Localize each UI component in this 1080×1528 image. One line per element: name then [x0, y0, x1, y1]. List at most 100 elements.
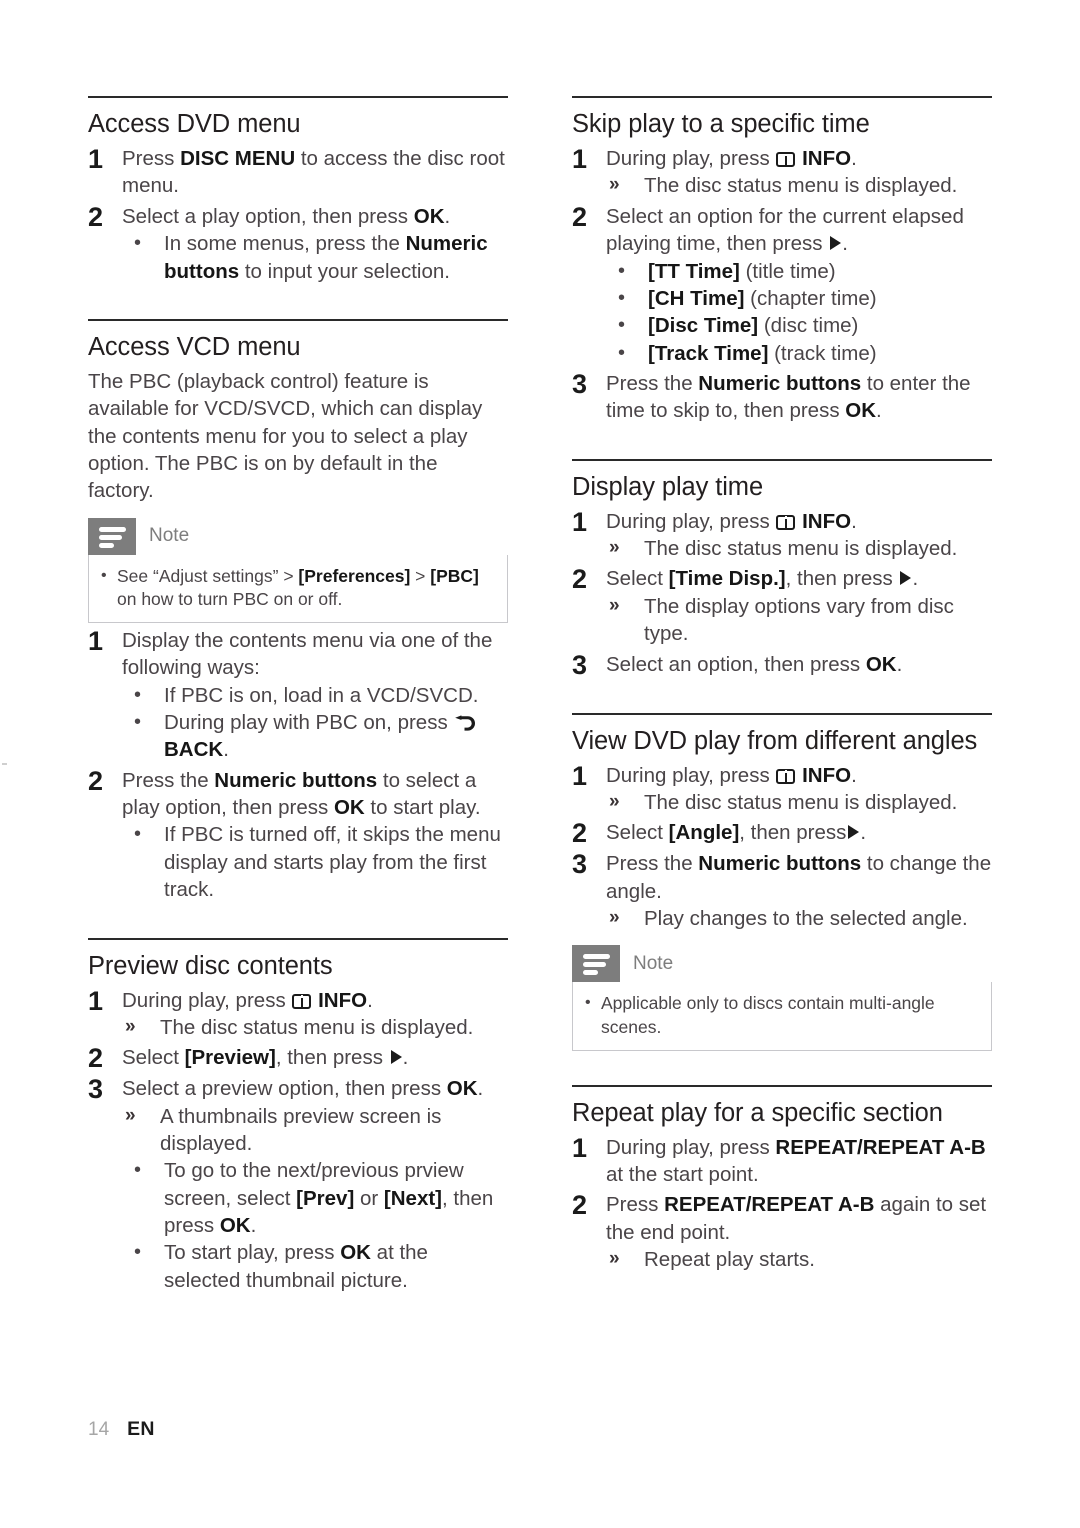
item-text: Play changes to the selected angle.: [644, 907, 968, 931]
bullet-marker-icon: •: [134, 1159, 142, 1182]
step-text: Select an option for the current elapsed…: [606, 204, 964, 256]
note-list: • Applicable only to discs contain multi-…: [585, 992, 979, 1038]
step-number: 2: [88, 201, 104, 232]
language-code: EN: [127, 1418, 155, 1440]
document-page: Access DVD menu 1 Press DISC MENU to acces…: [0, 0, 1080, 1528]
play-right-arrow-icon: [830, 236, 842, 251]
step-body: Select [Angle], then press.: [606, 819, 992, 846]
step-number: 1: [88, 144, 104, 175]
note-item: • See “Adjust settings” > [Preferences] >…: [101, 565, 495, 611]
item-text: If PBC is turned off, it skips the menu …: [164, 823, 501, 902]
result-item: » The display options vary from disc type…: [606, 593, 992, 648]
double-chevron-icon: »: [609, 537, 620, 559]
step-body: During play, press REPEAT/REPEAT A-B at …: [606, 1134, 992, 1189]
note-lines-icon: [572, 945, 620, 983]
note-callout: Note • Applicable only to discs contain mu…: [572, 945, 992, 1051]
numbered-step: 1 During play, press INFO. » The disc statu…: [572, 762, 992, 817]
numbered-step: 2 Press REPEAT/REPEAT A-B again to set th…: [572, 1191, 992, 1273]
bullet-item: • [Disc Time] (disc time): [606, 312, 992, 339]
section-heading: Access VCD menu: [88, 332, 301, 361]
step-body: Select [Preview], then press .: [122, 1044, 508, 1071]
note-item-text: Applicable only to discs contain multi-a…: [601, 993, 935, 1037]
step-text: Select [Angle], then press.: [606, 821, 867, 845]
step-number: 2: [572, 818, 588, 849]
bullet-item: • [CH Time] (chapter time): [606, 285, 992, 312]
step-body: During play, press INFO. » The disc status…: [606, 508, 992, 563]
item-text: Repeat play starts.: [644, 1248, 815, 1272]
page-trim-mark: [2, 763, 7, 765]
result-item: » Repeat play starts.: [606, 1246, 992, 1273]
step-text: Press REPEAT/REPEAT A-B again to set the…: [606, 1193, 987, 1244]
step-body: Display the contents menu via one of the…: [122, 627, 508, 764]
section-divider: [572, 96, 992, 98]
section-divider: [88, 318, 508, 321]
section: Access VCD menu The PBC (playback control…: [88, 318, 508, 904]
note-body: • See “Adjust settings” > [Preferences] >…: [88, 554, 508, 623]
item-text: The disc status menu is displayed.: [644, 790, 958, 814]
section: Display play time 1 During play, press INF…: [572, 458, 992, 679]
step-body: Select a preview option, then press OK.»…: [122, 1075, 508, 1294]
step-body: Press REPEAT/REPEAT A-B again to set the…: [606, 1191, 992, 1273]
section: Skip play to a specific time 1 During play…: [572, 96, 992, 425]
page-number: 14: [88, 1419, 110, 1440]
note-title: Note: [149, 525, 190, 547]
step-text: During play, press INFO.: [606, 147, 857, 171]
item-text: [Track Time] (track time): [648, 341, 877, 365]
numbered-step: 2 Select [Angle], then press.: [572, 819, 992, 847]
step-body: Select an option, then press OK.: [606, 651, 992, 678]
item-text: In some menus, press the Numeric buttons…: [164, 232, 488, 283]
result-arrow-list: » Play changes to the selected angle.: [606, 905, 992, 932]
step-number: 1: [572, 506, 588, 537]
numbered-step: 3 Select an option, then press OK.: [572, 651, 992, 679]
step-body: During play, press INFO. » The disc status…: [606, 145, 992, 200]
step-body: Press the Numeric buttons to change the …: [606, 850, 992, 932]
bullet-item: • If PBC is on, load in a VCD/SVCD.: [122, 682, 508, 709]
double-chevron-icon: »: [609, 1248, 620, 1270]
play-right-arrow-icon: [848, 825, 860, 840]
bullet-item: • [TT Time] (title time): [606, 258, 992, 285]
item-text: [CH Time] (chapter time): [648, 286, 877, 310]
section: Access DVD menu 1 Press DISC MENU to acces…: [88, 96, 508, 285]
item-text: To start play, press OK at the selected …: [164, 1241, 428, 1292]
item-text: [Disc Time] (disc time): [648, 314, 859, 338]
result-item: » The disc status menu is displayed.: [122, 1014, 508, 1041]
bullet-marker-icon: •: [134, 232, 142, 255]
step-number: 3: [572, 368, 588, 399]
step-text: Select a play option, then press OK.: [122, 204, 451, 228]
step-text: During play, press INFO.: [122, 988, 373, 1012]
result-arrow-list: » The disc status menu is displayed.: [606, 172, 992, 199]
bullet-list: • In some menus, press the Numeric button…: [122, 230, 508, 285]
bullet-marker-icon: •: [134, 823, 142, 846]
step-number: 1: [88, 625, 104, 656]
numbered-step: 1 During play, press REPEAT/REPEAT A-B at…: [572, 1134, 992, 1189]
step-number: 3: [572, 849, 588, 880]
result-arrow-list: » A thumbnails preview screen is displaye…: [122, 1103, 508, 1158]
bullet-list: • To go to the next/previous prview scree…: [122, 1157, 508, 1294]
result-arrow-list: » The disc status menu is displayed.: [122, 1014, 508, 1041]
step-text: Press the Numeric buttons to enter the t…: [606, 371, 971, 423]
numbered-step: 2 Press the Numeric buttons to select a p…: [88, 767, 508, 904]
step-text: Select an option, then press OK.: [606, 652, 903, 676]
step-number: 3: [572, 649, 588, 680]
numbered-step: 3 Select a preview option, then press OK.…: [88, 1075, 508, 1294]
item-text: The display options vary from disc type.: [644, 594, 954, 646]
section-heading: Preview disc contents: [88, 951, 333, 980]
numbered-step: 1 During play, press INFO. » The disc statu…: [572, 145, 992, 200]
result-arrow-list: » The disc status menu is displayed.: [606, 535, 992, 562]
right-column: Skip play to a specific time 1 During play…: [572, 96, 992, 1294]
numbered-step: 1 During play, press INFO. » The disc statu…: [88, 987, 508, 1042]
step-text: Select [Time Disp.], then press .: [606, 567, 919, 591]
step-number: 2: [88, 1043, 104, 1074]
step-text: During play, press INFO.: [606, 763, 857, 787]
item-text: The disc status menu is displayed.: [644, 537, 958, 561]
bullet-marker-icon: •: [134, 1241, 142, 1264]
step-text: During play, press INFO.: [606, 509, 857, 533]
section: Repeat play for a specific section 1 Durin…: [572, 1084, 992, 1274]
note-callout: Note • See “Adjust settings” > [Preference…: [88, 517, 508, 623]
numbered-step: 1 Press DISC MENU to access the disc root…: [88, 145, 508, 200]
info-icon: [776, 152, 796, 168]
note-body: • Applicable only to discs contain multi-…: [572, 982, 992, 1051]
bullet-marker-icon: •: [134, 711, 142, 734]
section-heading: Display play time: [572, 472, 764, 501]
result-arrow-list: » The disc status menu is displayed.: [606, 789, 992, 816]
